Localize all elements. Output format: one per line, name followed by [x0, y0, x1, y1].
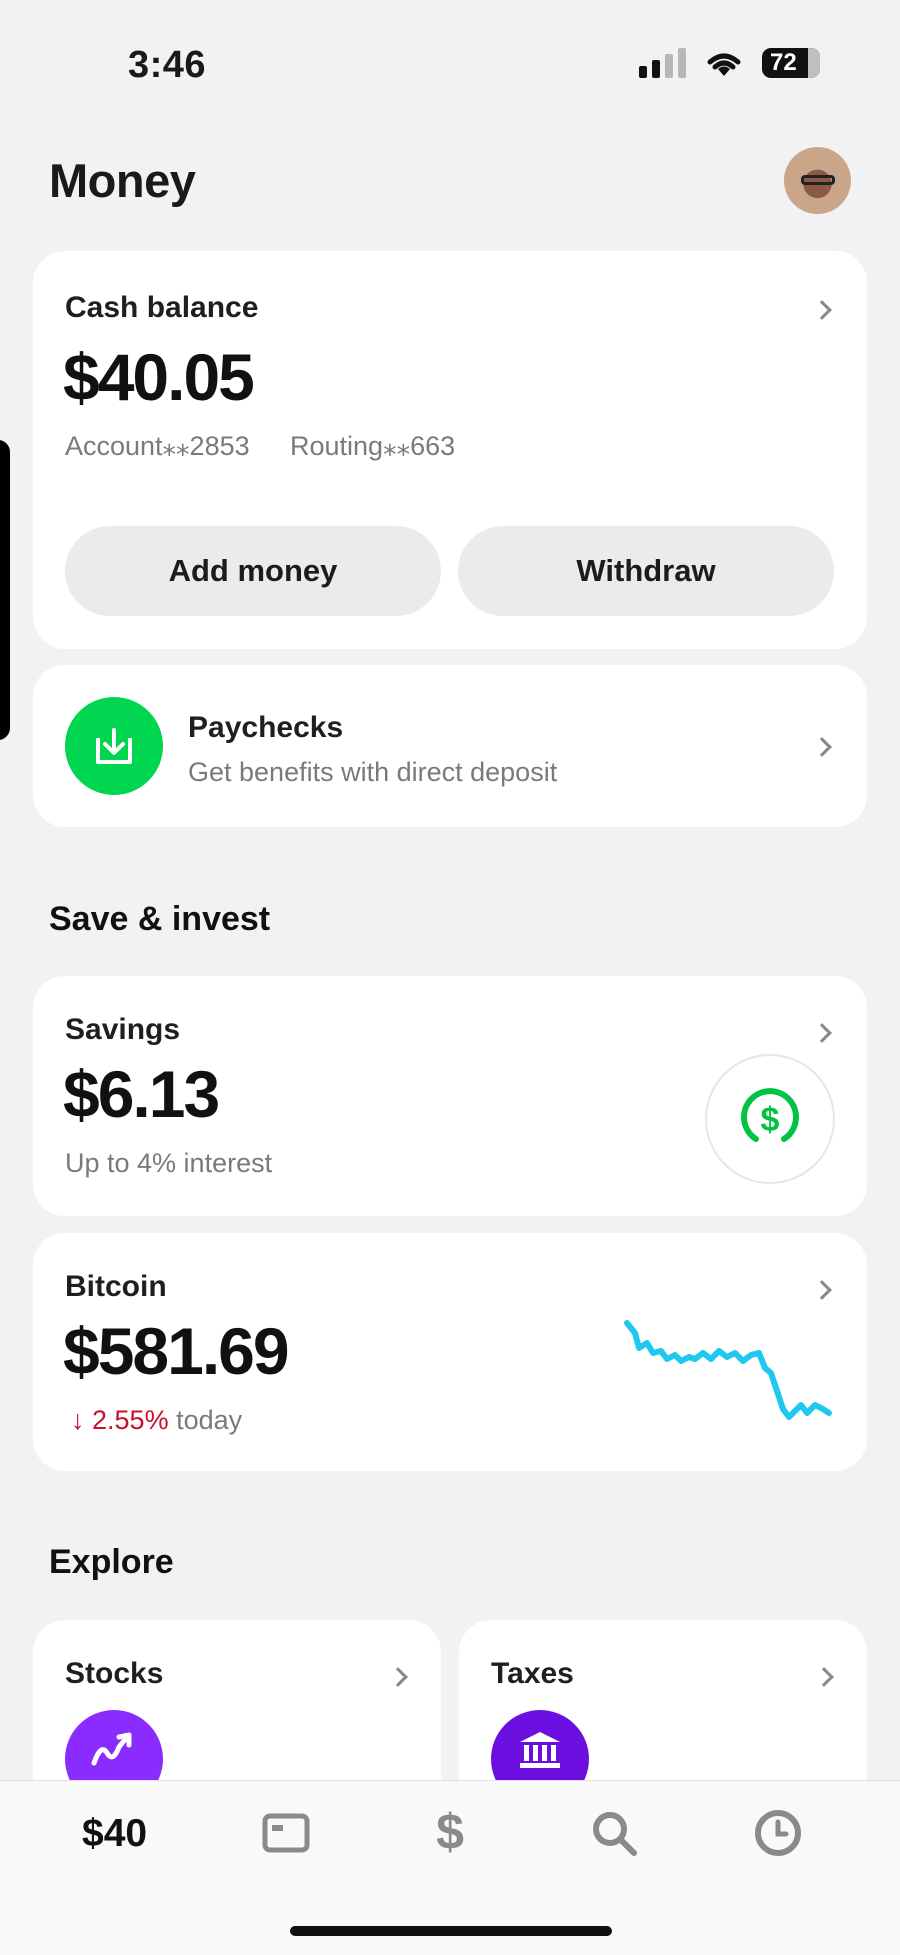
paychecks-card[interactable]: Paychecks Get benefits with direct depos… [33, 665, 867, 827]
withdraw-button[interactable]: Withdraw [458, 526, 834, 616]
money-screen: 3:46 72 Money Cash balance $40.05 Accoun… [0, 0, 900, 1955]
cash-balance-amount: $40.05 [63, 340, 255, 414]
chevron-right-icon [812, 1023, 832, 1043]
account-number[interactable]: Account⁎⁎2853 [65, 431, 250, 462]
bank-icon [520, 1732, 560, 1768]
bitcoin-change-percent: 2.55% [92, 1405, 169, 1435]
savings-card[interactable]: Savings $6.13 Up to 4% interest $ [33, 976, 867, 1216]
chevron-right-icon [388, 1667, 408, 1687]
dollar-icon[interactable]: $ [432, 1805, 468, 1857]
chevron-right-icon [812, 300, 832, 320]
savings-icon: $ [705, 1054, 835, 1184]
paychecks-icon [65, 697, 163, 795]
savings-subtitle: Up to 4% interest [65, 1148, 273, 1178]
trend-up-icon [91, 1732, 132, 1766]
dollar-circle-icon: $ [741, 1088, 799, 1142]
down-arrow-icon: ↓ [71, 1405, 85, 1435]
paychecks-title: Paychecks [188, 711, 344, 744]
page-title: Money [49, 154, 196, 207]
battery-icon: 72 [762, 48, 820, 78]
bitcoin-amount: $581.69 [63, 1314, 290, 1388]
clock-icon[interactable] [753, 1808, 803, 1858]
status-time: 3:46 [128, 44, 207, 86]
card-icon[interactable] [262, 1813, 310, 1853]
routing-number[interactable]: Routing⁎⁎663 [290, 431, 455, 462]
bitcoin-card[interactable]: Bitcoin $581.69 ↓ 2.55% today [33, 1233, 867, 1471]
add-money-button[interactable]: Add money [65, 526, 441, 616]
svg-text:$: $ [436, 1805, 464, 1857]
avatar[interactable] [784, 147, 851, 214]
wifi-icon [707, 53, 741, 76]
savings-amount: $6.13 [63, 1057, 220, 1131]
bitcoin-sparkline [624, 1320, 832, 1420]
chevron-right-icon [812, 737, 832, 757]
cash-balance-card[interactable]: Cash balance $40.05 Account⁎⁎2853 Routin… [33, 251, 867, 649]
status-icons: 72 [639, 48, 820, 78]
cash-balance-label: Cash balance [65, 291, 259, 324]
savings-label: Savings [65, 1013, 181, 1046]
taxes-label: Taxes [491, 1657, 574, 1690]
battery-level: 72 [770, 49, 797, 76]
bitcoin-change-suffix: today [176, 1405, 243, 1435]
home-indicator[interactable] [290, 1926, 612, 1936]
bitcoin-change: ↓ 2.55% today [71, 1405, 242, 1436]
chevron-right-icon [814, 1667, 834, 1687]
tab-money[interactable]: $40 [82, 1812, 147, 1856]
paychecks-subtitle: Get benefits with direct deposit [188, 757, 558, 787]
screen-edge [0, 440, 10, 740]
stocks-label: Stocks [65, 1657, 164, 1690]
svg-text:$: $ [761, 1101, 780, 1139]
cellular-signal-icon [639, 48, 686, 78]
section-title-save-invest: Save & invest [49, 900, 271, 938]
bitcoin-label: Bitcoin [65, 1270, 167, 1303]
section-title-explore: Explore [49, 1543, 174, 1581]
tab-bar: $40 $ [0, 1780, 900, 1955]
deposit-icon [96, 728, 132, 764]
search-icon[interactable] [590, 1809, 638, 1857]
chevron-right-icon [812, 1280, 832, 1300]
